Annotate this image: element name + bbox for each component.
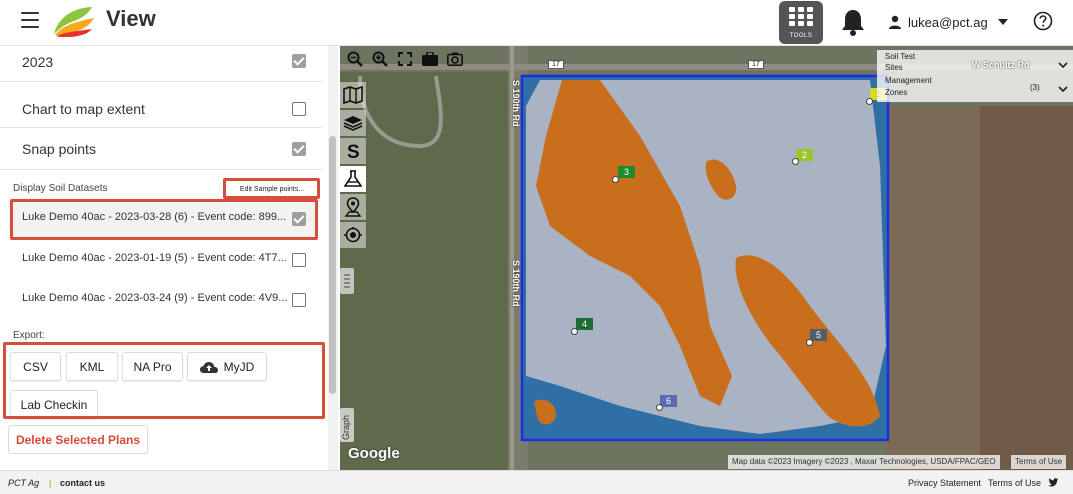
export-kml-button[interactable]: KML <box>66 352 118 381</box>
fullscreen-icon[interactable] <box>394 48 415 70</box>
delete-selected-plans-button[interactable]: Delete Selected Plans <box>8 425 148 454</box>
dataset-row[interactable]: Luke Demo 40ac - 2023-03-28 (6) - Event … <box>10 200 316 238</box>
footer-separator: | <box>49 478 52 488</box>
route-shield: 17 <box>748 60 764 69</box>
map-toolbar <box>340 48 465 74</box>
road-label: W Schultz Rd <box>972 60 1030 70</box>
google-logo: Google <box>348 445 400 462</box>
myjd-label: MyJD <box>223 359 255 374</box>
grid-icon <box>789 7 813 27</box>
year-checkbox[interactable] <box>292 54 306 68</box>
footer-terms-link[interactable]: Terms of Use <box>988 478 1041 488</box>
graph-label: Graph <box>341 414 351 440</box>
caret-down-icon <box>997 19 1008 25</box>
road-label: S 190th Rd <box>511 260 521 307</box>
chevron-down-icon[interactable] <box>1058 84 1068 94</box>
sample-point[interactable] <box>612 176 619 183</box>
graph-tab[interactable]: Graph <box>340 408 354 442</box>
sample-point[interactable] <box>866 98 873 105</box>
briefcase-icon[interactable] <box>419 48 440 70</box>
svg-text:S: S <box>347 142 360 161</box>
camera-icon[interactable] <box>444 48 465 70</box>
soil-s-icon[interactable]: S <box>340 138 366 164</box>
help-icon[interactable] <box>1033 11 1053 31</box>
chart-extent-row: Chart to map extent <box>0 88 322 128</box>
app-logo <box>54 7 94 37</box>
dataset-row[interactable]: Luke Demo 40ac - 2023-03-24 (9) - Event … <box>10 281 316 319</box>
dataset-checkbox[interactable] <box>292 253 306 267</box>
drag-handle[interactable] <box>340 268 354 294</box>
panel-scrollbar[interactable] <box>328 46 338 470</box>
location-pin-icon[interactable] <box>340 194 366 220</box>
sample-point[interactable] <box>571 328 578 335</box>
footer-brand: PCT Ag <box>8 478 40 488</box>
snap-points-label: Snap points <box>22 141 96 157</box>
dataset-row[interactable]: Luke Demo 40ac - 2023-01-19 (5) - Event … <box>10 241 316 279</box>
tools-button[interactable]: TOOLS <box>779 1 823 44</box>
sample-point[interactable] <box>806 339 813 346</box>
legend-zones-count: (3) <box>1030 83 1040 92</box>
zoom-in-icon[interactable] <box>369 48 390 70</box>
legend-management[interactable]: Management <box>885 76 932 85</box>
map-attribution: Map data ©2023 Imagery ©2023 , Maxar Tec… <box>728 455 1000 469</box>
bell-icon[interactable] <box>840 8 866 36</box>
dataset-checkbox[interactable] <box>292 293 306 307</box>
display-soil-label: Display Soil Datasets <box>13 183 108 194</box>
year-label: 2023 <box>22 54 54 70</box>
layer-legend: Soil Test Sites W Schultz Rd Management … <box>877 50 1073 102</box>
drag-handle-icon <box>344 274 350 288</box>
page-title: View <box>106 6 156 31</box>
export-napro-button[interactable]: NA Pro <box>122 352 183 381</box>
legend-sites[interactable]: Sites <box>885 63 903 72</box>
zoom-out-icon[interactable] <box>344 48 365 70</box>
twitter-icon[interactable] <box>1048 478 1058 487</box>
year-row: 2023 <box>0 46 322 82</box>
contact-us-link[interactable]: contact us <box>60 478 105 488</box>
dataset-label: Luke Demo 40ac - 2023-01-19 (5) - Event … <box>22 252 287 264</box>
snap-points-checkbox[interactable] <box>292 142 306 156</box>
tools-label: TOOLS <box>789 33 813 39</box>
side-panel: 2023 Chart to map extent Snap points Dis… <box>0 46 340 470</box>
legend-soil-test[interactable]: Soil Test <box>885 52 915 61</box>
map-canvas <box>340 46 1073 470</box>
sample-marker-5[interactable]: 5 <box>810 329 828 341</box>
chevron-down-icon[interactable] <box>1058 60 1068 70</box>
menu-icon[interactable] <box>21 12 39 28</box>
target-icon[interactable] <box>340 222 366 248</box>
route-shield: 17 <box>548 60 564 69</box>
snap-points-row: Snap points <box>0 130 322 170</box>
privacy-statement-link[interactable]: Privacy Statement <box>908 478 981 488</box>
map-terms-link[interactable]: Terms of Use <box>1011 455 1067 469</box>
export-csv-button[interactable]: CSV <box>10 352 61 381</box>
dataset-label: Luke Demo 40ac - 2023-03-24 (9) - Event … <box>22 292 288 304</box>
app-header: View TOOLS lukea@pct.ag <box>0 0 1073 46</box>
chart-extent-checkbox[interactable] <box>292 102 306 116</box>
map-layers-icon[interactable] <box>340 82 366 108</box>
road-label: S 190th Rd <box>511 80 521 127</box>
edit-sample-points-button[interactable]: Edit Sample points... <box>230 183 314 195</box>
sample-point[interactable] <box>792 158 799 165</box>
legend-zones[interactable]: Zones <box>885 88 907 97</box>
stack-layers-icon[interactable] <box>340 110 366 136</box>
sample-point[interactable] <box>656 404 663 411</box>
export-label: Export: <box>13 330 45 341</box>
sample-marker-3[interactable]: 3 <box>618 166 636 178</box>
chart-extent-label: Chart to map extent <box>22 101 145 117</box>
user-email: lukea@pct.ag <box>908 14 988 30</box>
map-view[interactable]: 17 17 S 190th Rd S 190th Rd 1 2 3 4 5 6 <box>340 46 1073 470</box>
dataset-checkbox[interactable] <box>292 212 306 226</box>
scroll-thumb[interactable] <box>329 136 336 394</box>
export-myjd-button[interactable]: MyJD <box>187 352 267 381</box>
page-footer: PCT Ag | contact us Privacy Statement Te… <box>0 470 1073 494</box>
cloud-upload-icon <box>199 361 218 373</box>
user-menu[interactable]: lukea@pct.ag <box>888 12 1008 32</box>
user-icon <box>889 15 901 29</box>
flask-icon[interactable] <box>340 166 366 192</box>
map-layer-tools: S <box>340 82 366 250</box>
lab-checkin-button[interactable]: Lab Checkin <box>10 390 98 419</box>
dataset-label: Luke Demo 40ac - 2023-03-28 (6) - Event … <box>22 211 287 223</box>
sample-marker-4[interactable]: 4 <box>576 318 594 330</box>
